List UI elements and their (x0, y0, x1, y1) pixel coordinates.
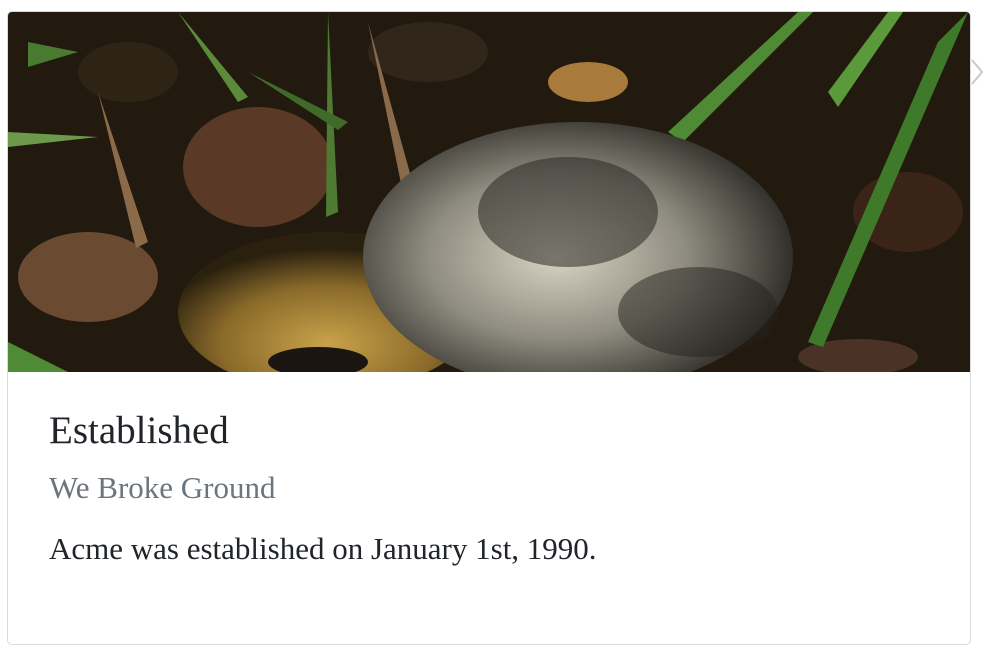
card-text: Acme was established on January 1st, 199… (49, 530, 597, 566)
chevron-right-icon[interactable] (970, 58, 984, 86)
card-image (8, 12, 970, 372)
card-title: Established (49, 409, 229, 452)
card: Established We Broke Ground Acme was est… (7, 11, 971, 645)
card-subtitle: We Broke Ground (49, 469, 276, 505)
card-body: Established We Broke Ground Acme was est… (49, 408, 940, 567)
